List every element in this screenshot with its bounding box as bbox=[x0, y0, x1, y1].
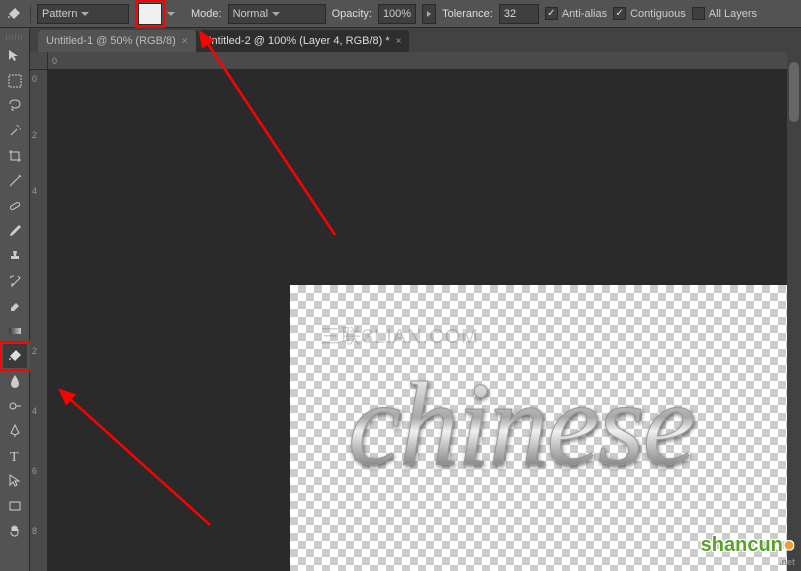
opacity-flyout[interactable] bbox=[422, 4, 436, 24]
close-icon[interactable]: × bbox=[182, 36, 188, 47]
wand-tool[interactable] bbox=[3, 119, 27, 143]
blend-mode-dropdown[interactable]: Normal bbox=[228, 4, 326, 24]
lasso-tool[interactable] bbox=[3, 94, 27, 118]
lasso-icon bbox=[7, 98, 23, 114]
tolerance-input[interactable]: 32 bbox=[499, 4, 539, 24]
move-tool[interactable] bbox=[3, 44, 27, 68]
pen-tool[interactable] bbox=[3, 419, 27, 443]
shape-tool[interactable] bbox=[3, 494, 27, 518]
tabs-bar: Untitled-1 @ 50% (RGB/8) × Untitled-2 @ … bbox=[30, 28, 801, 52]
workspace: 0 18 0 2 4 2 4 6 8 三联3LIAN.COM chinese bbox=[30, 52, 801, 571]
blur-tool[interactable] bbox=[3, 369, 27, 393]
crop-tool[interactable] bbox=[3, 144, 27, 168]
droplet-icon bbox=[7, 373, 23, 389]
all-layers-check[interactable]: All Layers bbox=[692, 7, 757, 20]
main-area: T Untitled-1 @ 50% (RGB/8) × Untitled-2 … bbox=[0, 28, 801, 571]
opacity-value[interactable]: 100% bbox=[378, 4, 416, 24]
paint-bucket-icon bbox=[7, 348, 23, 364]
chevron-down-icon bbox=[272, 12, 280, 16]
paint-bucket-icon bbox=[6, 6, 22, 22]
tab-untitled-1[interactable]: Untitled-1 @ 50% (RGB/8) × bbox=[38, 30, 196, 52]
fill-type-dropdown[interactable]: Pattern bbox=[37, 4, 129, 24]
eraser-tool[interactable] bbox=[3, 294, 27, 318]
stamp-icon bbox=[7, 248, 23, 264]
document-area: Untitled-1 @ 50% (RGB/8) × Untitled-2 @ … bbox=[30, 28, 801, 571]
scrollbar-vertical[interactable] bbox=[787, 52, 801, 571]
close-icon[interactable]: × bbox=[396, 36, 402, 47]
brush-icon bbox=[7, 223, 23, 239]
stamp-tool[interactable] bbox=[3, 244, 27, 268]
tab-untitled-2[interactable]: Untitled-2 @ 100% (Layer 4, RGB/8) * × bbox=[196, 30, 410, 52]
wand-icon bbox=[7, 123, 23, 139]
tab-label: Untitled-2 @ 100% (Layer 4, RGB/8) * bbox=[204, 35, 390, 47]
canvas-text-layer: chinese bbox=[348, 355, 694, 493]
rectangle-icon bbox=[7, 498, 23, 514]
text-icon: T bbox=[7, 448, 23, 464]
watermark-logo: shancun● .net bbox=[701, 534, 795, 567]
dodge-tool[interactable] bbox=[3, 394, 27, 418]
marquee-icon bbox=[7, 73, 23, 89]
divider bbox=[30, 5, 31, 23]
opacity-label: Opacity: bbox=[332, 8, 372, 20]
fill-type-value: Pattern bbox=[42, 8, 77, 20]
eyedropper-tool[interactable] bbox=[3, 169, 27, 193]
blend-mode-value: Normal bbox=[233, 8, 268, 20]
chevron-right-icon bbox=[427, 11, 431, 17]
canvas[interactable]: 三联3LIAN.COM chinese bbox=[290, 285, 801, 571]
checkbox-icon bbox=[545, 7, 558, 20]
history-brush-tool[interactable] bbox=[3, 269, 27, 293]
antialias-check[interactable]: Anti-alias bbox=[545, 7, 607, 20]
ruler-horizontal[interactable]: 0 18 bbox=[48, 52, 801, 70]
eyedropper-icon bbox=[7, 173, 23, 189]
mode-label: Mode: bbox=[191, 8, 222, 20]
ruler-origin[interactable] bbox=[30, 52, 48, 70]
bandaid-icon bbox=[7, 198, 23, 214]
move-icon bbox=[7, 48, 23, 64]
panel-grip[interactable] bbox=[6, 34, 24, 40]
bucket-tool-preset[interactable] bbox=[4, 4, 24, 24]
gradient-icon bbox=[7, 323, 23, 339]
pen-icon bbox=[7, 423, 23, 439]
checkbox-icon bbox=[613, 7, 626, 20]
pattern-picker[interactable] bbox=[138, 3, 162, 25]
brush-tool[interactable] bbox=[3, 219, 27, 243]
dodge-icon bbox=[7, 398, 23, 414]
svg-text:T: T bbox=[10, 450, 19, 464]
canvas-viewport[interactable]: 三联3LIAN.COM chinese bbox=[48, 70, 801, 571]
text-tool[interactable]: T bbox=[3, 444, 27, 468]
hand-icon bbox=[7, 523, 23, 539]
gradient-tool[interactable] bbox=[3, 319, 27, 343]
tools-panel: T bbox=[0, 28, 30, 571]
healing-tool[interactable] bbox=[3, 194, 27, 218]
path-selection-tool[interactable] bbox=[3, 469, 27, 493]
tab-label: Untitled-1 @ 50% (RGB/8) bbox=[46, 35, 176, 47]
paint-bucket-tool[interactable] bbox=[3, 344, 27, 368]
contiguous-check[interactable]: Contiguous bbox=[613, 7, 686, 20]
checkbox-icon bbox=[692, 7, 705, 20]
annotation-highlight-pattern bbox=[135, 0, 165, 28]
eraser-icon bbox=[7, 298, 23, 314]
history-brush-icon bbox=[7, 273, 23, 289]
watermark-text: 三联3LIAN.COM bbox=[320, 320, 479, 349]
ruler-vertical[interactable]: 0 2 4 2 4 6 8 bbox=[30, 70, 48, 571]
tolerance-label: Tolerance: bbox=[442, 8, 493, 20]
arrow-icon bbox=[7, 473, 23, 489]
options-bar: Pattern Mode: Normal Opacity: 100% Toler… bbox=[0, 0, 801, 28]
hand-tool[interactable] bbox=[3, 519, 27, 543]
crop-icon bbox=[7, 148, 23, 164]
chevron-down-icon bbox=[81, 12, 89, 16]
scrollbar-thumb[interactable] bbox=[789, 62, 799, 122]
marquee-tool[interactable] bbox=[3, 69, 27, 93]
